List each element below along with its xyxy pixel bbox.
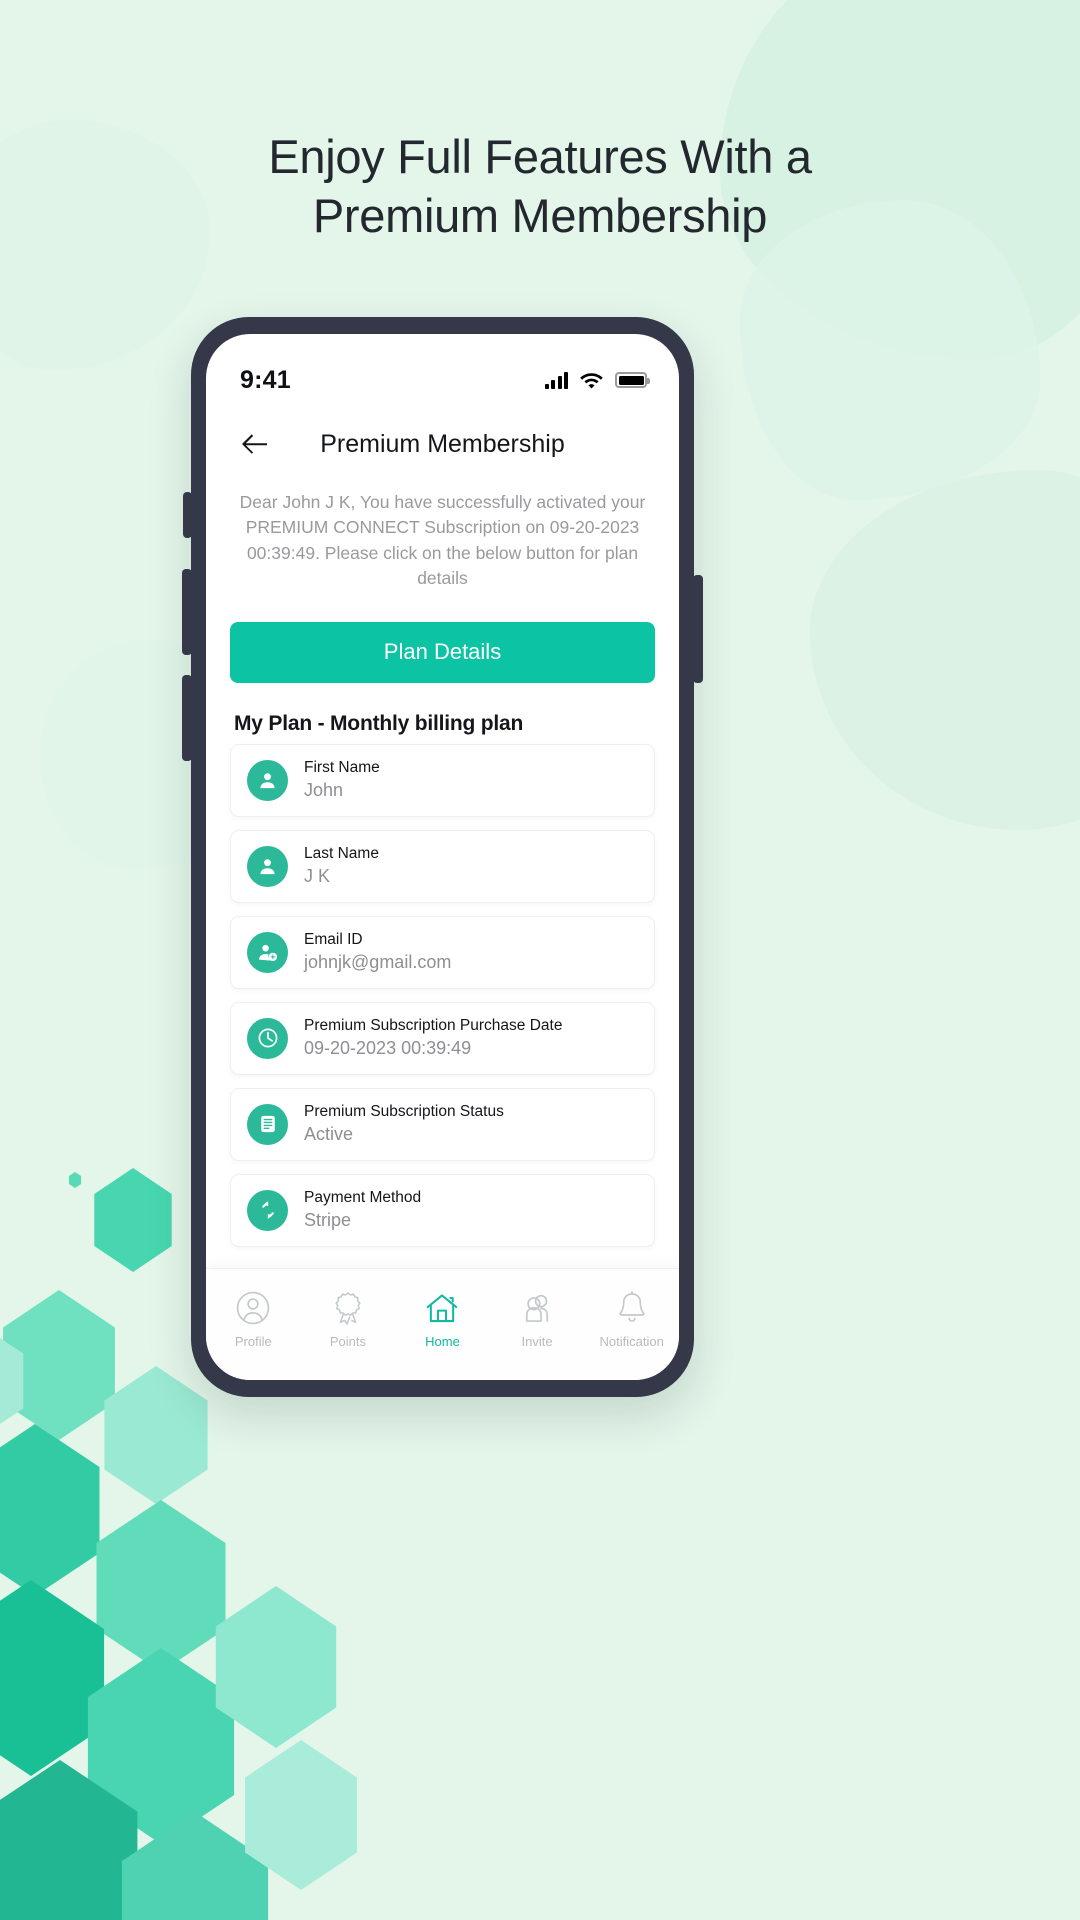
signal-icon xyxy=(544,371,568,389)
nav-label: Notification xyxy=(599,1333,664,1349)
people-icon xyxy=(526,1294,549,1322)
detail-row-subscription-status[interactable]: Premium Subscription Status Active xyxy=(230,1087,655,1161)
headline-line-2: Premium Membership xyxy=(312,188,768,242)
status-bar-icons xyxy=(544,371,650,389)
nav-item-notification[interactable]: Notification xyxy=(589,1289,675,1349)
status-bar-time: 9:41 xyxy=(240,365,291,394)
plan-details-button[interactable]: Plan Details xyxy=(230,621,655,683)
phone-volume-down-button[interactable] xyxy=(182,675,192,761)
hexagon-decoration xyxy=(0,1424,100,1596)
phone-mockup: 9:41 Premium Membership Dear John J K, Y… xyxy=(182,317,703,1397)
background-blob xyxy=(810,470,1080,830)
detail-text: Last Name J K xyxy=(304,845,379,887)
detail-text: Payment Method Stripe xyxy=(304,1189,421,1231)
detail-value: John xyxy=(304,780,344,801)
back-button[interactable] xyxy=(232,422,276,466)
bell-icon xyxy=(619,1290,645,1322)
detail-value: Active xyxy=(304,1124,354,1145)
detail-row-payment-method[interactable]: Payment Method Stripe xyxy=(230,1173,655,1247)
wifi-icon xyxy=(580,373,603,389)
page-content[interactable]: Dear John J K, You have successfully act… xyxy=(206,476,679,1268)
nav-label: Profile xyxy=(234,1333,272,1349)
clock-icon xyxy=(247,1017,288,1059)
activation-message: Dear John J K, You have successfully act… xyxy=(239,492,646,589)
award-icon xyxy=(335,1291,361,1325)
person-icon xyxy=(247,759,288,801)
detail-row-last-name[interactable]: Last Name J K xyxy=(230,829,655,903)
home-icon xyxy=(427,1293,458,1322)
phone-volume-up-button[interactable] xyxy=(182,569,192,655)
detail-value: J K xyxy=(304,866,331,887)
profile-icon xyxy=(237,1291,270,1324)
detail-row-email-id[interactable]: Email ID johnjk@gmail.com xyxy=(230,915,655,989)
phone-power-button[interactable] xyxy=(693,575,703,683)
arrow-left-icon xyxy=(241,434,267,454)
nav-item-home[interactable]: Home xyxy=(399,1289,485,1349)
bottom-navigation: Profile Points Home Invite Notification xyxy=(206,1268,679,1380)
detail-text: Premium Subscription Purchase Date 09-20… xyxy=(304,1017,562,1059)
document-icon xyxy=(247,1103,288,1145)
person-icon xyxy=(247,845,288,887)
detail-label: Premium Subscription Status xyxy=(304,1103,504,1121)
nav-item-points[interactable]: Points xyxy=(305,1289,391,1349)
detail-label: First Name xyxy=(304,759,380,777)
app-header: Premium Membership xyxy=(206,408,679,476)
detail-text: Email ID johnjk@gmail.com xyxy=(304,931,451,973)
battery-icon xyxy=(615,372,650,388)
sync-icon xyxy=(247,1189,288,1231)
detail-text: First Name John xyxy=(304,759,380,801)
detail-label: Last Name xyxy=(304,845,379,863)
detail-label: Email ID xyxy=(304,931,363,949)
nav-label: Invite xyxy=(521,1333,553,1349)
status-bar: 9:41 xyxy=(206,334,679,408)
page-title: Premium Membership xyxy=(320,429,565,458)
section-title: My Plan - Monthly billing plan xyxy=(234,711,524,735)
detail-label: Payment Method xyxy=(304,1189,422,1207)
detail-row-first-name[interactable]: First Name John xyxy=(230,743,655,817)
hexagon-decoration xyxy=(94,1168,172,1272)
nav-item-invite[interactable]: Invite xyxy=(494,1289,580,1349)
nav-label: Home xyxy=(425,1333,460,1349)
phone-frame: 9:41 Premium Membership Dear John J K, Y… xyxy=(182,317,703,1397)
headline-line-1: Enjoy Full Features With a xyxy=(268,130,812,183)
phone-mute-button[interactable] xyxy=(183,492,192,538)
nav-item-profile[interactable]: Profile xyxy=(210,1289,296,1349)
nav-label: Points xyxy=(329,1333,366,1349)
hexagon-decoration xyxy=(96,1500,226,1672)
person-add-icon xyxy=(247,931,288,973)
page-headline: Enjoy Full Features With a Premium Membe… xyxy=(0,128,1080,246)
detail-row-purchase-date[interactable]: Premium Subscription Purchase Date 09-20… xyxy=(230,1001,655,1075)
detail-value: 09-20-2023 00:39:49 xyxy=(304,1038,472,1059)
detail-value: Stripe xyxy=(304,1210,352,1231)
phone-screen: 9:41 Premium Membership Dear John J K, Y… xyxy=(206,334,679,1380)
hexagon-decoration xyxy=(68,1172,82,1188)
detail-value: johnjk@gmail.com xyxy=(304,952,452,973)
detail-text: Premium Subscription Status Active xyxy=(304,1103,504,1145)
detail-label: Premium Subscription Purchase Date xyxy=(304,1017,563,1035)
